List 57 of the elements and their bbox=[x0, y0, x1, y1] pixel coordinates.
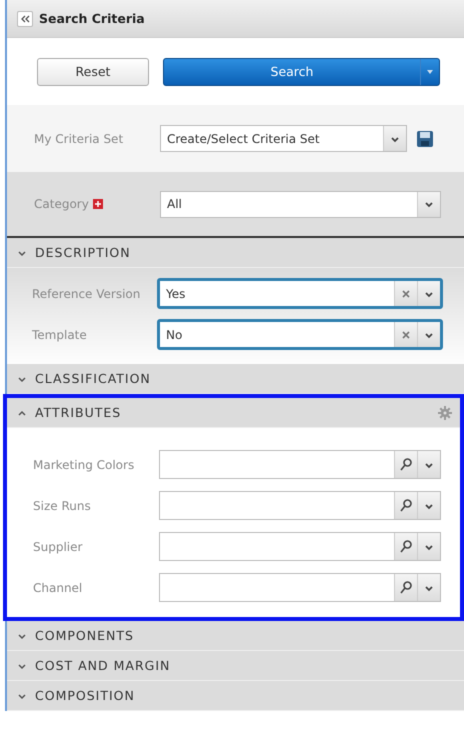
dropdown-button[interactable] bbox=[417, 192, 440, 216]
dropdown-button[interactable] bbox=[417, 451, 440, 478]
criteria-set-dropdown[interactable]: Create/Select Criteria Set bbox=[160, 125, 407, 152]
field-label: My Criteria Set bbox=[34, 132, 124, 146]
panel-title: Search Criteria bbox=[39, 11, 145, 26]
search-icon[interactable] bbox=[400, 458, 412, 471]
double-chevron-left-icon[interactable] bbox=[20, 14, 30, 24]
dropdown-button[interactable] bbox=[383, 126, 406, 151]
chevron-down-icon[interactable] bbox=[424, 584, 434, 592]
dropdown-button[interactable] bbox=[417, 281, 440, 306]
close-icon[interactable] bbox=[402, 330, 410, 338]
chevron-down-icon[interactable] bbox=[17, 632, 27, 640]
chevron-down-icon[interactable] bbox=[390, 134, 400, 142]
dropdown-button[interactable] bbox=[417, 574, 440, 601]
search-button[interactable] bbox=[394, 451, 417, 478]
field-label: Category bbox=[34, 197, 89, 211]
select-field[interactable]: No bbox=[157, 319, 443, 350]
dropdown-button[interactable] bbox=[417, 492, 440, 519]
field-label: Size Runs bbox=[33, 498, 92, 512]
clear-button[interactable] bbox=[394, 322, 417, 347]
chevron-down-icon[interactable] bbox=[424, 460, 434, 468]
chevron-up-icon[interactable] bbox=[17, 408, 27, 416]
chevron-down-icon[interactable] bbox=[424, 200, 434, 208]
field-label: Reference Version bbox=[32, 286, 142, 300]
search-icon[interactable] bbox=[400, 499, 412, 512]
search-button[interactable] bbox=[394, 574, 417, 601]
lookup-field[interactable] bbox=[159, 450, 441, 479]
dropdown-button[interactable] bbox=[417, 322, 440, 347]
reset-button[interactable]: Reset bbox=[37, 58, 149, 86]
search-button[interactable] bbox=[394, 492, 417, 519]
field-label: Marketing Colors bbox=[33, 458, 136, 472]
dropdown-button[interactable] bbox=[417, 533, 440, 560]
chevron-down-icon[interactable] bbox=[424, 290, 434, 298]
collapse-button[interactable] bbox=[17, 10, 33, 26]
search-button[interactable]: Search bbox=[163, 58, 440, 86]
required-icon[interactable] bbox=[92, 199, 103, 209]
field-label: Supplier bbox=[33, 540, 84, 554]
lookup-field[interactable] bbox=[159, 532, 441, 561]
field-label: Channel bbox=[33, 580, 84, 594]
field-label: Template bbox=[32, 328, 88, 342]
chevron-down-icon[interactable] bbox=[17, 248, 27, 256]
chevron-down-icon[interactable] bbox=[17, 374, 27, 382]
chevron-down-icon[interactable] bbox=[424, 542, 434, 550]
search-icon[interactable] bbox=[400, 540, 412, 553]
clear-button[interactable] bbox=[394, 281, 417, 306]
search-button[interactable] bbox=[394, 533, 417, 560]
chevron-down-icon[interactable] bbox=[424, 330, 434, 338]
chevron-down-icon[interactable] bbox=[424, 502, 434, 510]
lookup-field[interactable] bbox=[159, 573, 441, 602]
select-field[interactable]: Yes bbox=[157, 278, 443, 309]
category-dropdown[interactable]: All bbox=[160, 190, 441, 218]
lookup-field[interactable] bbox=[159, 491, 441, 520]
close-icon[interactable] bbox=[402, 290, 410, 298]
caret-down-icon[interactable] bbox=[427, 70, 433, 74]
chevron-down-icon[interactable] bbox=[17, 692, 27, 700]
chevron-down-icon[interactable] bbox=[17, 662, 27, 670]
search-icon[interactable] bbox=[400, 581, 412, 594]
